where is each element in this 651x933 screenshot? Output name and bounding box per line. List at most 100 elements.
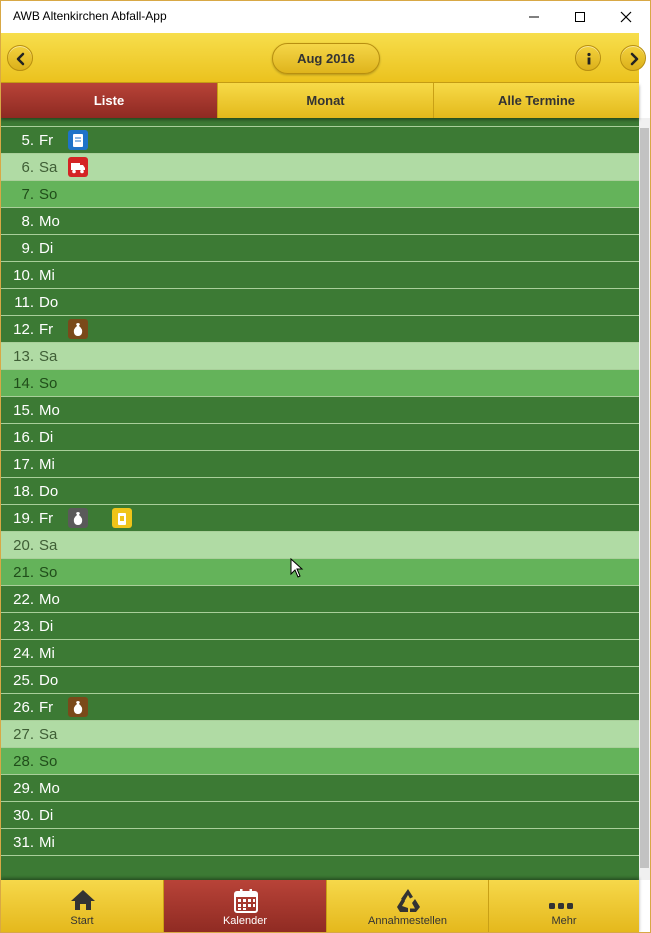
row-day-number: 13. [13, 348, 34, 365]
list-item[interactable]: 15. Mo [1, 397, 639, 424]
row-day-number: 27. [13, 726, 34, 743]
row-weekday: Do [39, 483, 59, 500]
row-weekday: Do [39, 672, 59, 689]
row-day-number: 20. [13, 537, 34, 554]
tab-liste[interactable]: Liste [1, 83, 218, 118]
row-day-number: 8. [21, 213, 34, 230]
row-day-number: 15. [13, 402, 34, 419]
nav-annahmestellen-button[interactable]: Annahmestellen [327, 880, 489, 932]
next-month-button[interactable] [620, 45, 646, 71]
row-weekday: So [39, 186, 58, 203]
maximize-icon [575, 12, 585, 22]
brown-organic-bag-icon[interactable] [68, 319, 88, 339]
list-item[interactable]: 6. Sa [1, 154, 639, 181]
brown-organic-bag-icon[interactable] [68, 697, 88, 717]
list-item[interactable]: 7. So [1, 181, 639, 208]
list-item[interactable]: 27. Sa [1, 721, 639, 748]
nav-label: Annahmestellen [368, 915, 447, 927]
row-weekday: Mi [39, 456, 55, 473]
row-weekday: Fr [39, 132, 54, 149]
red-truck-icon[interactable] [68, 157, 88, 177]
gray-residual-bag-icon[interactable] [68, 508, 88, 528]
list-item[interactable]: 20. Sa [1, 532, 639, 559]
tab-alle-termine[interactable]: Alle Termine [434, 83, 639, 118]
row-day-number: 7. [21, 186, 34, 203]
maximize-button[interactable] [557, 1, 603, 33]
row-weekday: Fr [39, 321, 54, 338]
list-item[interactable]: 28. So [1, 748, 639, 775]
close-icon [620, 11, 632, 23]
row-day-number: 14. [13, 375, 34, 392]
recycle-icon [397, 889, 420, 912]
scrollbar[interactable] [639, 118, 650, 880]
info-icon [587, 52, 591, 65]
row-day-number: 18. [13, 483, 34, 500]
nav-label: Kalender [222, 915, 268, 927]
row-weekday: Di [39, 807, 54, 824]
row-day-number: 21. [13, 564, 34, 581]
list-item[interactable]: 8. Mo [1, 208, 639, 235]
list-item[interactable]: 31. Mi [1, 829, 639, 856]
row-weekday: Do [39, 118, 58, 122]
window-title: AWB Altenkirchen Abfall-App [13, 9, 167, 23]
row-weekday: Di [39, 618, 54, 635]
row-weekday: Sa [39, 726, 58, 743]
list-item[interactable]: 17. Mi [1, 451, 639, 478]
row-day-number: 30. [13, 807, 34, 824]
list-item[interactable]: 22. Mo [1, 586, 639, 613]
close-button[interactable] [603, 1, 649, 33]
scrollbar-thumb[interactable] [640, 128, 649, 868]
row-weekday: Sa [39, 537, 58, 554]
calendar-icon [234, 889, 258, 913]
list-item[interactable]: 26. Fr [1, 694, 639, 721]
row-weekday: Mo [39, 591, 60, 608]
list-item[interactable]: 25. Do [1, 667, 639, 694]
list-item[interactable]: 9. Di [1, 235, 639, 262]
row-day-number: 23. [13, 618, 34, 635]
chevron-right-icon [630, 52, 639, 66]
list-item[interactable]: 16. Di [1, 424, 639, 451]
list-item[interactable]: 29. Mo [1, 775, 639, 802]
list-item[interactable]: 21. So [1, 559, 639, 586]
row-weekday: Mo [39, 402, 60, 419]
list-item[interactable]: 23. Di [1, 613, 639, 640]
nav-kalender-button[interactable]: Kalender [164, 880, 327, 932]
nav-start-button[interactable]: Start [1, 880, 164, 932]
list-item[interactable]: 13. Sa [1, 343, 639, 370]
app-header: Aug 2016 [1, 33, 646, 83]
month-selector-button[interactable]: Aug 2016 [272, 43, 380, 74]
list-item[interactable]: 24. Mi [1, 640, 639, 667]
list-item[interactable]: 10. Mi [1, 262, 639, 289]
row-weekday: So [39, 753, 58, 770]
row-weekday: Mi [39, 267, 55, 284]
date-list[interactable]: 4. Do 5. Fr 6. Sa 7. So 8. Mo 9. Di 10. Mi 11. Do 12. F… [1, 118, 639, 880]
minimize-button[interactable] [511, 1, 557, 33]
list-item[interactable]: 12. Fr [1, 316, 639, 343]
list-item[interactable]: 11. Do [1, 289, 639, 316]
row-day-number: 11. [14, 294, 34, 311]
title-bar[interactable]: AWB Altenkirchen Abfall-App [1, 1, 650, 33]
list-item[interactable]: 19. Fr [1, 505, 639, 532]
app-window: AWB Altenkirchen Abfall-App Aug 2016 Lis… [0, 0, 651, 933]
yellow-packaging-bin-icon[interactable] [112, 508, 132, 528]
list-item[interactable]: 5. Fr [1, 127, 639, 154]
row-day-number: 24. [13, 645, 34, 662]
nav-mehr-button[interactable]: Mehr [489, 880, 639, 932]
blue-paper-bin-icon[interactable] [68, 130, 88, 150]
list-item[interactable]: 30. Di [1, 802, 639, 829]
tab-monat[interactable]: Monat [218, 83, 434, 118]
row-day-number: 6. [21, 159, 34, 176]
previous-month-button[interactable] [7, 45, 33, 71]
row-weekday: Mi [39, 834, 55, 851]
row-day-number: 5. [21, 132, 34, 149]
info-button[interactable] [575, 45, 601, 71]
row-day-number: 10. [13, 267, 34, 284]
list-item[interactable]: 4. Do [1, 118, 639, 127]
list-item[interactable]: 14. So [1, 370, 639, 397]
row-weekday: Sa [39, 159, 58, 176]
view-tabs: Liste Monat Alle Termine [1, 83, 639, 118]
row-day-number: 28. [13, 753, 34, 770]
home-icon [71, 890, 95, 910]
list-item[interactable]: 18. Do [1, 478, 639, 505]
row-day-number: 17. [13, 456, 34, 473]
